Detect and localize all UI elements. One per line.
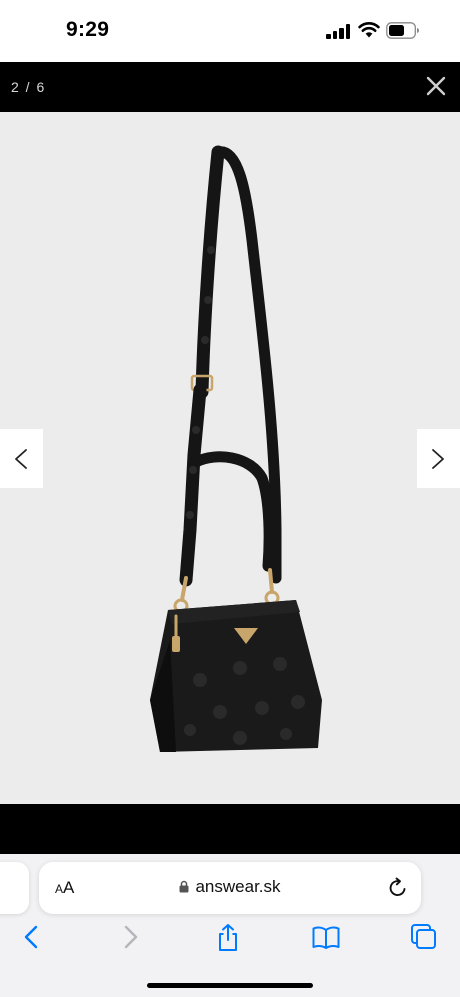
status-time: 9:29 <box>66 18 110 41</box>
status-bar: 9:29 <box>0 0 460 62</box>
url-field[interactable]: answear.sk <box>39 877 421 897</box>
previous-tab-address-bar[interactable] <box>0 862 29 914</box>
product-photo <box>150 145 322 752</box>
chevron-left-icon <box>15 449 27 469</box>
back-icon[interactable] <box>17 922 47 952</box>
url-text: answear.sk <box>195 877 281 896</box>
forward-icon[interactable] <box>115 922 145 952</box>
bookmarks-icon[interactable] <box>311 922 341 952</box>
image-counter: 2 / 6 <box>11 79 46 95</box>
battery-icon <box>386 22 419 39</box>
share-icon[interactable] <box>213 922 243 952</box>
previous-image-button[interactable] <box>0 429 43 488</box>
chevron-right-icon <box>432 449 444 469</box>
address-bar[interactable]: AA answear.sk <box>39 862 421 914</box>
lock-icon <box>179 880 189 893</box>
product-image[interactable] <box>0 112 460 804</box>
home-indicator <box>147 983 313 988</box>
close-icon[interactable] <box>424 74 448 98</box>
gallery-header: 2 / 6 <box>0 62 460 112</box>
tabs-icon[interactable] <box>409 922 439 952</box>
reload-icon[interactable] <box>387 877 409 899</box>
cellular-signal-icon <box>326 24 352 39</box>
wifi-icon <box>358 22 380 38</box>
next-image-button[interactable] <box>417 429 460 488</box>
gallery-footer <box>0 804 460 854</box>
